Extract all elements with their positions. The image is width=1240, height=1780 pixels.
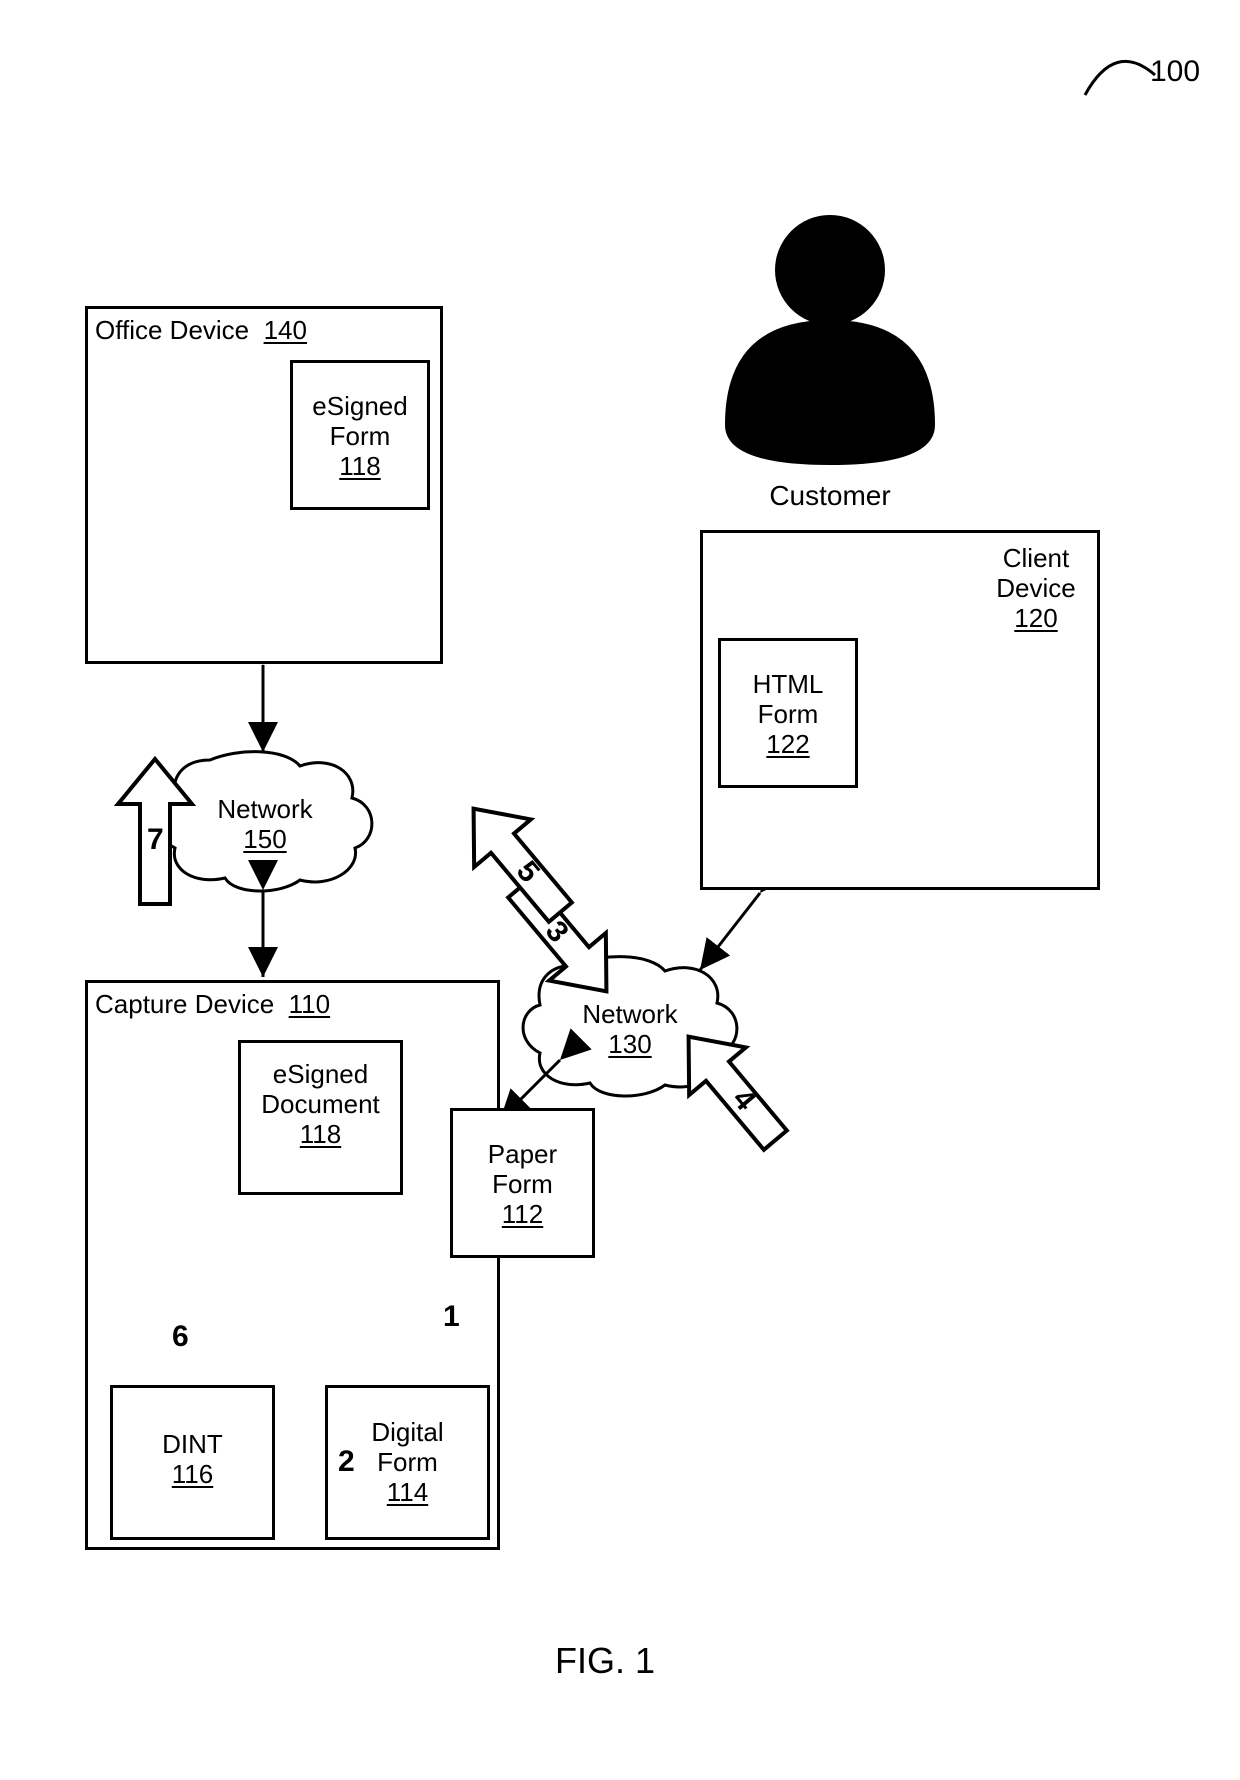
esigned-form-office-title: eSigned Form	[312, 391, 407, 451]
customer-label-text: Customer	[769, 480, 890, 511]
digital-form-ref: 114	[387, 1477, 428, 1507]
customer-label: Customer	[760, 480, 900, 512]
step-1: 1	[443, 1300, 460, 1335]
step-7: 7	[147, 823, 164, 858]
client-device-ref: 120	[1014, 603, 1057, 633]
dint-label: DINT 116	[110, 1430, 275, 1490]
dint-title: DINT	[162, 1429, 223, 1459]
esigned-doc-title: eSigned Document	[261, 1059, 380, 1119]
capture-device-ref: 110	[289, 989, 330, 1019]
esigned-doc-label: eSigned Document 118	[238, 1060, 403, 1150]
office-device-ref: 140	[264, 315, 307, 345]
client-device-title: Client Device	[996, 543, 1075, 603]
capture-device-label: Capture Device 110	[95, 990, 395, 1020]
office-device-title: Office Device	[95, 315, 249, 345]
conn-client-net130	[700, 893, 760, 970]
step-arrow-5	[445, 785, 588, 936]
step-6: 6	[172, 1320, 189, 1355]
paper-form-ref: 112	[502, 1199, 543, 1229]
digital-form-title: Digital Form	[371, 1417, 443, 1477]
network-130-label: Network 130	[565, 1000, 695, 1060]
office-device-label: Office Device 140	[95, 316, 355, 346]
figure-label-text: FIG. 1	[555, 1640, 655, 1681]
diagram-stage: 100 Customer Office Device 140 eSigned F…	[0, 0, 1240, 1780]
paper-form-label: Paper Form 112	[450, 1140, 595, 1230]
esigned-doc-ref: 118	[300, 1119, 341, 1149]
system-ref: 100	[1150, 55, 1200, 90]
network-150-ref: 150	[243, 824, 286, 854]
customer-icon	[725, 215, 935, 465]
network-150-title: Network	[217, 794, 312, 824]
esigned-form-office-ref: 118	[339, 451, 380, 481]
esigned-form-office-label: eSigned Form 118	[290, 392, 430, 482]
network-130-title: Network	[582, 999, 677, 1029]
html-form-ref: 122	[766, 729, 809, 759]
capture-device-title: Capture Device	[95, 989, 274, 1019]
dint-ref: 116	[172, 1459, 213, 1489]
html-form-title: HTML Form	[753, 669, 824, 729]
network-150-label: Network 150	[200, 795, 330, 855]
figure-label: FIG. 1	[555, 1640, 655, 1682]
system-ref-arc	[1085, 61, 1155, 95]
paper-form-title: Paper Form	[488, 1139, 557, 1199]
client-device-label: Client Device 120	[986, 544, 1086, 634]
network-130-ref: 130	[608, 1029, 651, 1059]
step-2: 2	[338, 1445, 355, 1480]
html-form-label: HTML Form 122	[718, 670, 858, 760]
system-ref-text: 100	[1150, 55, 1200, 88]
